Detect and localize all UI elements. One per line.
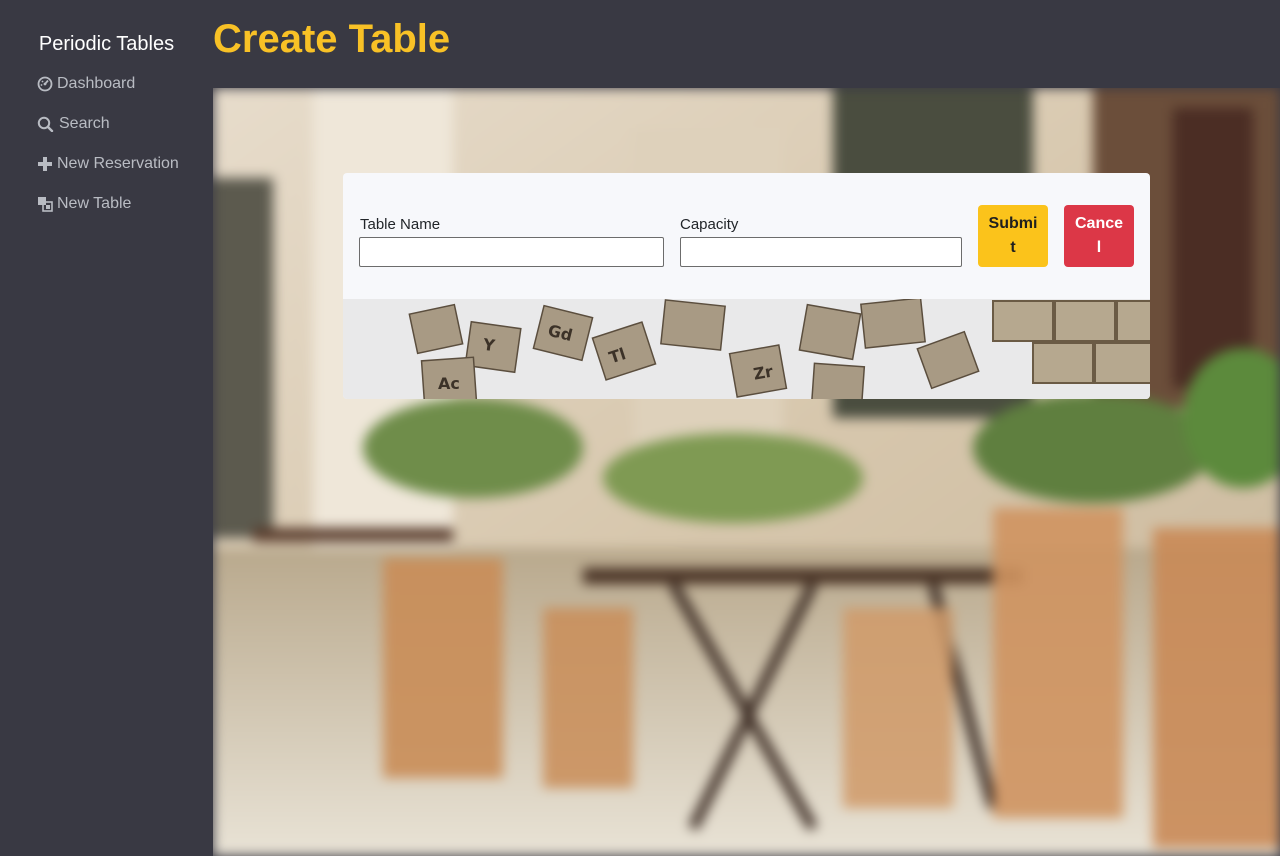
- sidebar-item-search[interactable]: Search: [37, 113, 110, 135]
- periodic-tiles-banner: Gd Ac Tl Zr Y: [343, 299, 1150, 399]
- dashboard-icon: [37, 76, 53, 92]
- sidebar-item-label: Dashboard: [57, 75, 136, 92]
- svg-text:Zr: Zr: [752, 362, 775, 384]
- sidebar: Periodic Tables Dashboard Search New Res…: [0, 0, 213, 856]
- capacity-input[interactable]: [680, 237, 962, 267]
- page-title: Create Table: [213, 17, 451, 61]
- table-name-input[interactable]: [359, 237, 664, 267]
- create-table-form: Table Name Capacity Submit Cancel Gd Ac …: [343, 173, 1150, 399]
- plus-icon: [37, 156, 53, 172]
- sidebar-item-new-reservation[interactable]: New Reservation: [37, 153, 179, 175]
- table-icon: [37, 196, 53, 212]
- sidebar-item-new-table[interactable]: New Table: [37, 193, 131, 215]
- submit-button[interactable]: Submit: [978, 205, 1048, 267]
- sidebar-item-dashboard[interactable]: Dashboard: [37, 73, 135, 95]
- sidebar-item-label: New Table: [57, 195, 132, 212]
- sidebar-item-label: New Reservation: [57, 155, 179, 172]
- svg-text:Ac: Ac: [438, 374, 460, 393]
- sidebar-item-label: Search: [59, 115, 110, 132]
- table-name-label: Table Name: [360, 216, 441, 233]
- capacity-label: Capacity: [680, 216, 739, 233]
- search-icon: [37, 116, 55, 132]
- brand-title[interactable]: Periodic Tables: [0, 32, 213, 56]
- cancel-button[interactable]: Cancel: [1064, 205, 1134, 267]
